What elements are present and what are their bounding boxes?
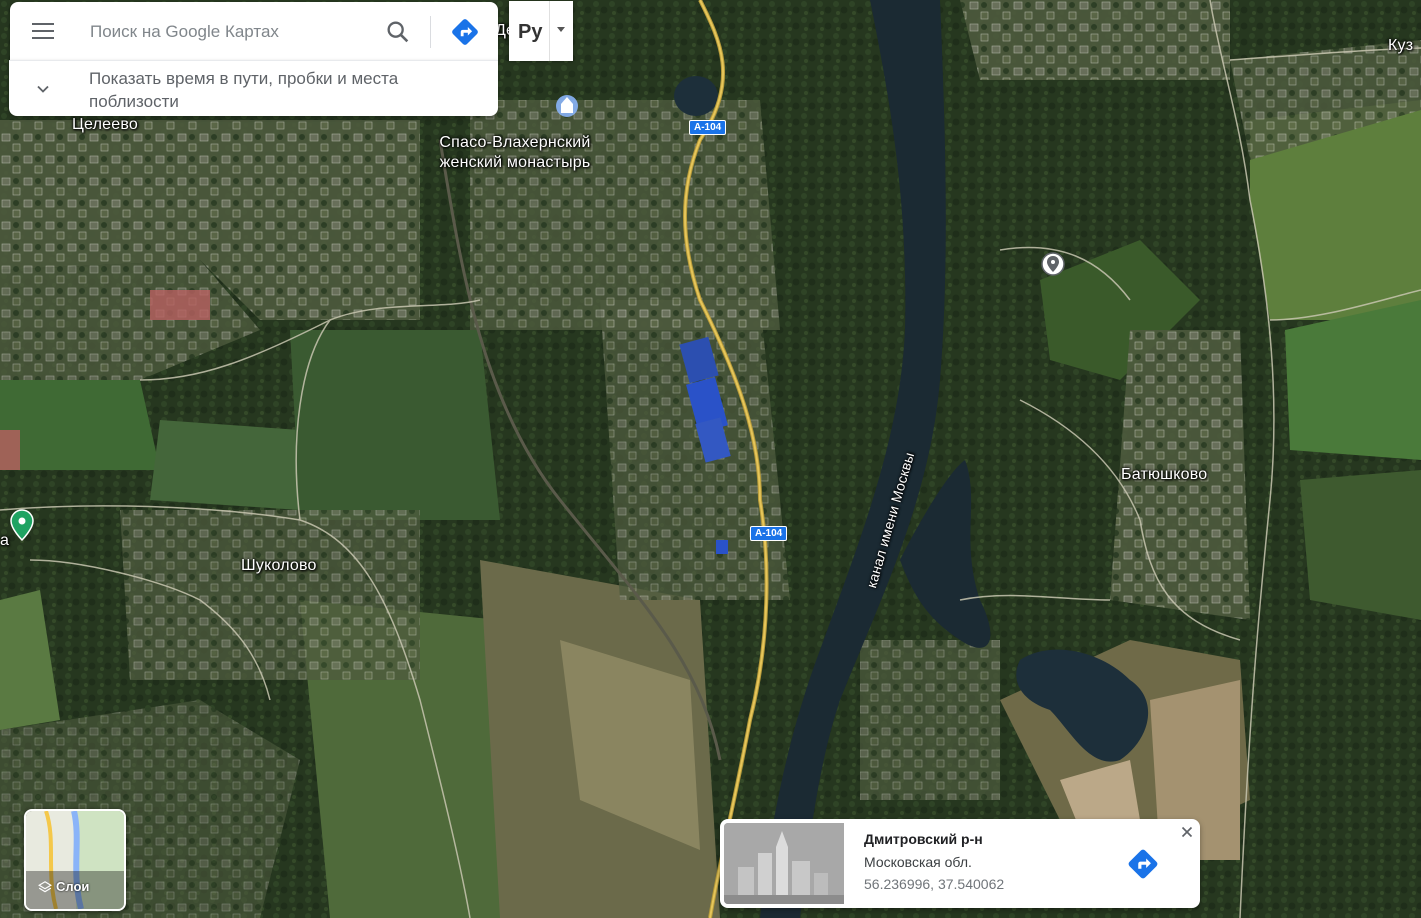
language-button[interactable]: Ру	[509, 1, 573, 61]
travel-time-expand-text: Показать время в пути, пробки и места по…	[89, 69, 399, 111]
menu-icon[interactable]	[30, 18, 58, 46]
road-shield-a104-bottom: А-104	[750, 526, 788, 541]
layers-text: Слои	[56, 879, 90, 894]
search-input[interactable]	[88, 16, 372, 48]
place-region: Московская обл.	[864, 854, 972, 870]
map-label-left-edge: а	[0, 532, 10, 549]
layers-label: Слои	[38, 879, 89, 894]
search-icon[interactable]	[384, 18, 412, 46]
map-label-monastery: Спасо-Влахернский женский монастырь	[439, 134, 591, 171]
layers-thumbnail	[26, 811, 124, 909]
place-coordinates[interactable]: 56.236996, 37.540062	[864, 876, 1004, 892]
directions-icon[interactable]	[448, 15, 482, 49]
search-divider	[430, 16, 431, 48]
layers-button[interactable]: Слои	[24, 809, 126, 911]
place-marker-icon[interactable]	[1041, 252, 1065, 276]
language-separator	[549, 1, 550, 61]
place-info-card[interactable]: Дмитровский р-н Московская обл. 56.23699…	[720, 819, 1200, 908]
travel-time-expand-panel[interactable]: Показать время в пути, пробки и места по…	[9, 60, 498, 116]
road-shield-a104-top: А-104	[689, 120, 727, 135]
search-box	[10, 2, 498, 60]
map-label-batyushkovo: Батюшково	[1121, 466, 1208, 483]
place-title: Дмитровский р-н	[864, 831, 983, 847]
map-label-shukolovo: Шуколово	[241, 557, 317, 574]
map-label-tseleevo: Целеево	[72, 116, 138, 133]
monastery-marker-icon[interactable]	[556, 95, 578, 117]
satellite-map[interactable]	[0, 0, 1421, 918]
caret-down-icon[interactable]	[557, 27, 565, 32]
language-label: Ру	[518, 21, 543, 43]
chevron-down-icon	[37, 85, 49, 93]
card-directions-icon[interactable]	[1124, 845, 1162, 883]
layers-icon	[38, 880, 52, 892]
place-thumbnail[interactable]	[724, 823, 844, 904]
map-label-kuz: Куз	[1388, 37, 1414, 54]
close-icon[interactable]	[1178, 823, 1196, 841]
city-placeholder-image	[724, 823, 844, 904]
